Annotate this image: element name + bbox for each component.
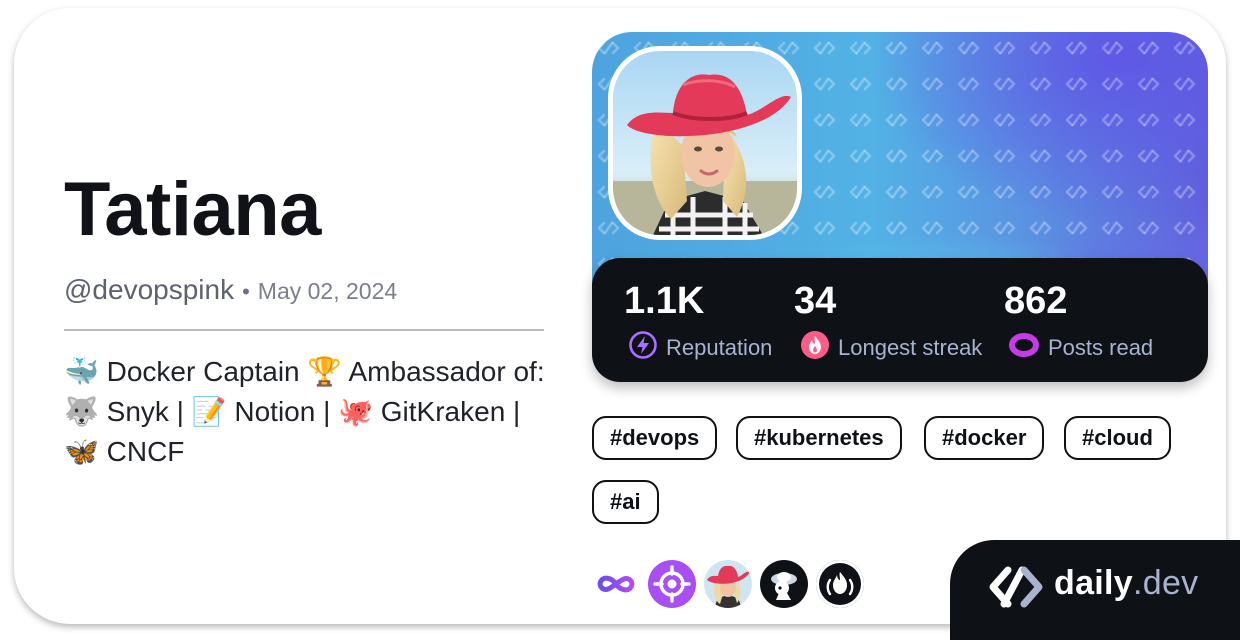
stat-label: Posts read	[1048, 334, 1154, 360]
brand-corner: daily.dev	[950, 540, 1240, 640]
stat-value: 862	[1004, 280, 1068, 322]
handle-row: @devopspink • May 02, 2024	[64, 274, 397, 306]
daily-dev-logo-icon	[989, 566, 1043, 608]
stat-label-row: Reputation	[628, 330, 772, 365]
stats-bar: 1.1K Reputation 34 Longest streak 862 Po…	[592, 258, 1208, 382]
tag-chip[interactable]: #ai	[592, 480, 659, 524]
infinity-badge-icon[interactable]	[592, 560, 640, 608]
profile-bio: 🐳 Docker Captain 🏆 Ambassador of: 🐺 Snyk…	[64, 356, 545, 467]
reputation-icon	[628, 330, 658, 365]
stat-label-row: Longest streak	[800, 330, 982, 365]
stat-value: 1.1K	[624, 280, 705, 322]
stat-label-row: Posts read	[1008, 330, 1153, 365]
profile-name: Tatiana	[64, 167, 321, 252]
profile-handle[interactable]: @devopspink	[64, 274, 234, 306]
profile-card-page: Tatiana @devopspink • May 02, 2024 🐳 Doc…	[0, 0, 1240, 640]
tag-chip[interactable]: #docker	[924, 416, 1045, 460]
brand-wordmark: daily.dev	[1054, 564, 1198, 603]
tag-chip[interactable]: #cloud	[1064, 416, 1171, 460]
stat-label: Longest streak	[838, 334, 983, 360]
stat-label: Reputation	[666, 334, 773, 360]
flame-badge-icon[interactable]	[816, 560, 864, 608]
posts-read-icon	[1008, 330, 1040, 365]
joined-date: May 02, 2024	[257, 278, 398, 304]
astronaut-badge-icon[interactable]	[760, 560, 808, 608]
user-avatar-icon[interactable]	[613, 51, 797, 235]
separator-dot: •	[242, 279, 250, 304]
tag-chip[interactable]: #devops	[592, 416, 718, 460]
brand-suffix: .dev	[1132, 564, 1199, 602]
stat-value: 34	[794, 280, 837, 322]
divider	[64, 329, 544, 331]
streak-flame-icon	[800, 330, 830, 365]
tag-chip[interactable]: #kubernetes	[736, 416, 902, 460]
target-badge-icon[interactable]	[648, 560, 696, 608]
brand-name: daily	[1054, 564, 1133, 602]
avatar-badge-icon[interactable]	[704, 560, 752, 608]
